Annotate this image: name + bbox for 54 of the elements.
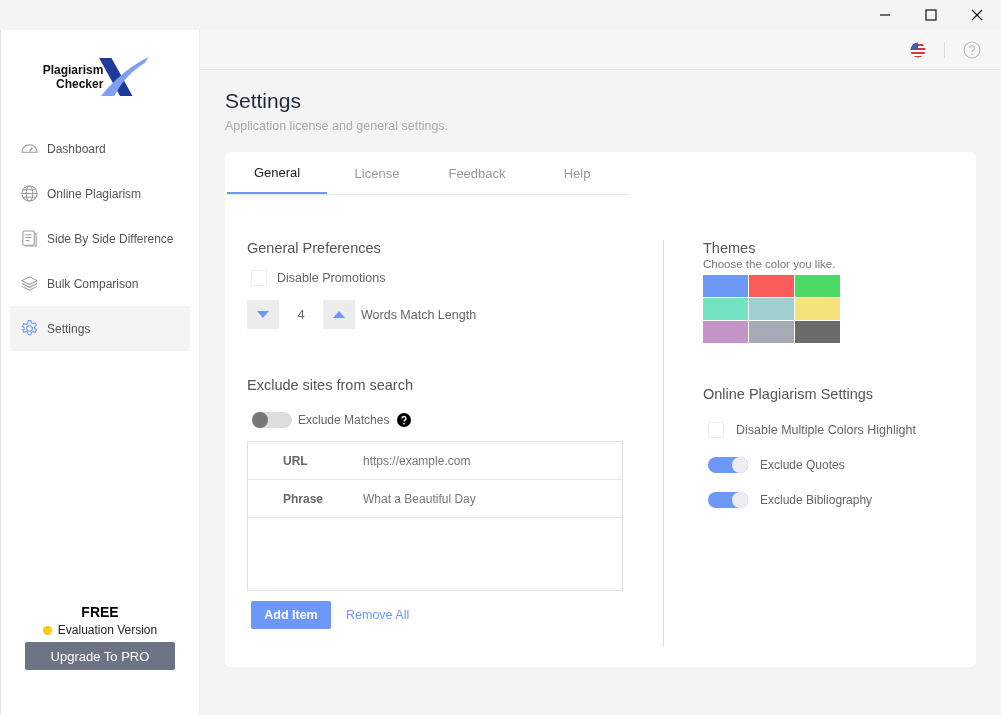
color-swatch[interactable] [703, 275, 748, 297]
increment-button[interactable] [323, 300, 355, 329]
nav-item[interactable]: Settings [10, 306, 190, 351]
checkbox-label: Disable Multiple Colors Highlight [736, 423, 916, 437]
table-cell-text: Phrase [282, 491, 325, 506]
caret-up-icon [333, 311, 345, 318]
caret-down-icon [257, 311, 269, 318]
toggle-label: Exclude Bibliography [760, 493, 873, 507]
edition-label: Evaluation Version [57, 623, 158, 637]
toggle-label: Exclude Quotes [760, 458, 845, 472]
stepper-label: Words Match Length [361, 307, 477, 322]
layers-icon [20, 274, 39, 293]
settings-icon [20, 319, 39, 338]
nav-item[interactable]: Dashboard [10, 126, 190, 171]
flag-icon[interactable] [910, 41, 926, 58]
toggle-switch[interactable] [252, 412, 292, 428]
color-swatch[interactable] [703, 298, 748, 320]
page-title: Settings [225, 89, 302, 113]
section-heading: Themes [703, 240, 757, 256]
color-swatch[interactable] [749, 275, 794, 297]
section-heading: Online Plagiarism Settings [703, 386, 875, 402]
nav-item[interactable]: Side By Side Difference [10, 216, 190, 261]
nav-item[interactable]: Online Plagiarism [10, 171, 190, 216]
page-subtitle: Application license and general settings. [225, 119, 450, 133]
logo-text: Checker [55, 77, 104, 91]
section-subtitle: Choose the color you like. [703, 258, 837, 270]
color-swatch[interactable] [749, 298, 794, 320]
table-cell: What a Beautiful Day [363, 491, 476, 506]
maximize-icon[interactable] [925, 9, 937, 21]
table-cell: https://example.com [363, 453, 471, 468]
toggle-switch[interactable] [708, 492, 748, 508]
close-icon[interactable] [971, 9, 983, 21]
logo-text: Plagiarism [42, 63, 104, 77]
toggle-label: Exclude Matches [298, 413, 390, 427]
color-swatch[interactable] [795, 298, 840, 320]
globe-icon [20, 184, 39, 203]
table-cell-text: URL [282, 453, 309, 468]
color-swatch[interactable] [795, 275, 840, 297]
help-icon[interactable] [397, 413, 412, 427]
tab[interactable]: General [227, 152, 327, 194]
document-icon [20, 229, 39, 248]
section-heading: Exclude sites from search [247, 377, 414, 393]
decrement-button[interactable] [247, 300, 279, 329]
section-heading: General Preferences [247, 240, 382, 256]
color-swatch[interactable] [703, 321, 748, 343]
color-swatch[interactable] [795, 321, 840, 343]
stepper-value: 4 [296, 307, 306, 322]
toggle-switch[interactable] [708, 457, 748, 473]
nav-item[interactable]: Bulk Comparison [10, 261, 190, 306]
upgrade-button[interactable]: Upgrade To PRO [25, 642, 175, 670]
color-swatch[interactable] [749, 321, 794, 343]
status-dot [42, 625, 52, 635]
checkbox-label: Disable Promotions [277, 271, 386, 285]
plan-label: FREE [81, 604, 119, 620]
